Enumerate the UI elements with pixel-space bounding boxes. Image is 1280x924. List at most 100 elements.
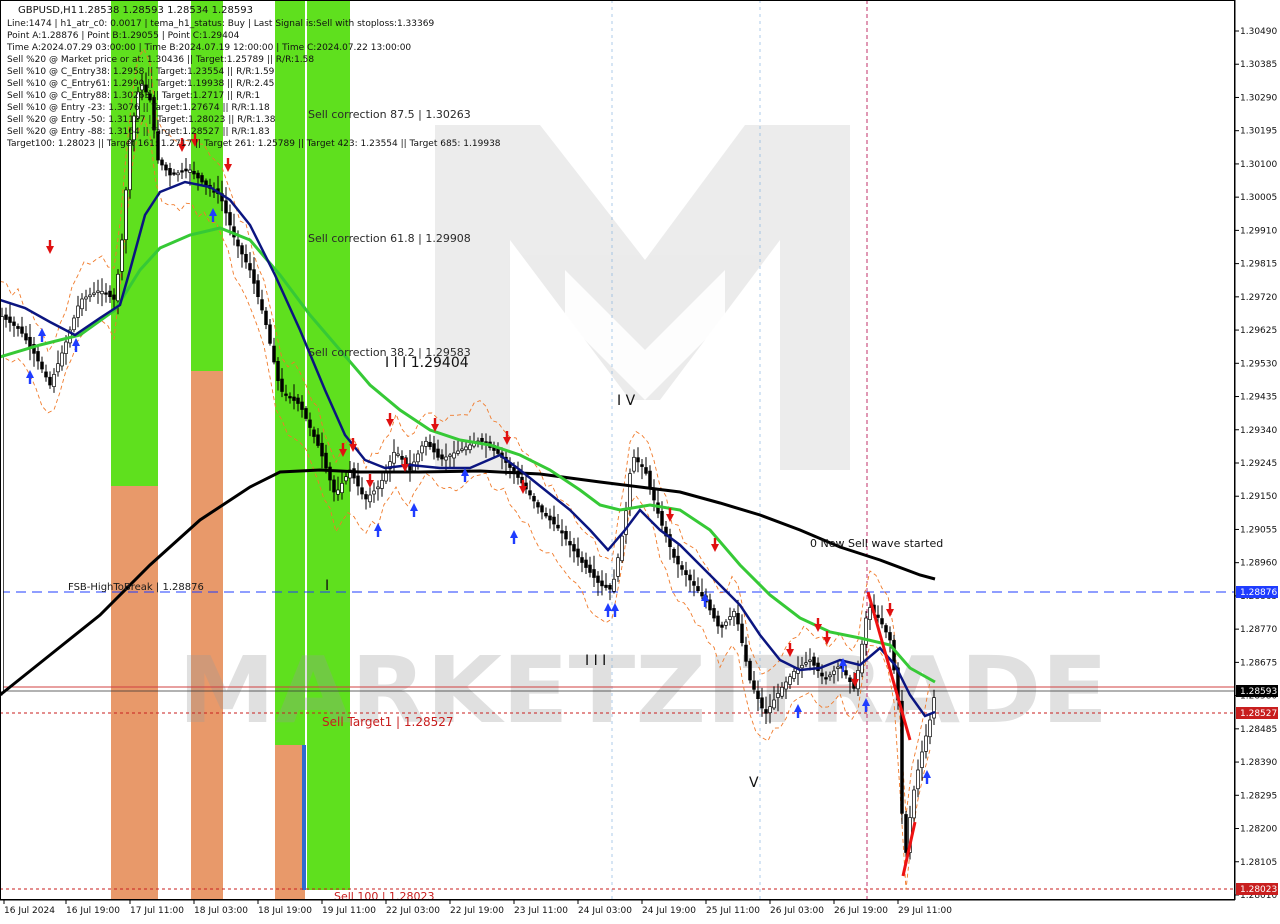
candle-body	[100, 290, 104, 295]
candle-body	[528, 490, 532, 496]
candle-body	[368, 494, 372, 503]
candle-body	[440, 454, 444, 460]
candle-body	[772, 699, 776, 709]
candle-body	[380, 479, 384, 489]
candle-body	[436, 448, 440, 458]
candle-body	[888, 632, 892, 641]
candle-body	[320, 442, 324, 457]
candle-body	[76, 305, 80, 318]
wave-iv-label: I V	[617, 393, 636, 409]
candle-body	[608, 584, 612, 590]
price-tick-label: 1.29815	[1240, 260, 1277, 270]
price-tick-label: 1.29720	[1240, 293, 1277, 303]
candle-body	[200, 175, 204, 183]
info-line: Sell %10 @ C_Entry61: 1.2990 || Target:1…	[7, 79, 274, 89]
price-tick-label: 1.29910	[1240, 226, 1277, 236]
candle-body	[372, 490, 376, 495]
candle-body	[48, 376, 52, 386]
candle-body	[120, 239, 124, 272]
candle-body	[276, 360, 280, 382]
candle-body	[180, 170, 184, 173]
candle-body	[876, 614, 880, 618]
candle-body	[804, 662, 808, 665]
candle-body	[36, 351, 40, 362]
candle-body	[28, 336, 32, 348]
candle-body	[452, 452, 456, 459]
candle-body	[884, 625, 888, 633]
candle-body	[660, 511, 664, 526]
candle-body	[732, 610, 736, 618]
candle-body	[56, 363, 60, 373]
candle-body	[744, 644, 748, 662]
candle-body	[176, 172, 180, 176]
candle-body	[808, 659, 812, 662]
sell-correction-87: Sell correction 87.5 | 1.30263	[308, 108, 471, 121]
price-chart[interactable]: MARKETZITRADE Sell correction 87.5 | 1.3…	[0, 0, 1280, 920]
candle-body	[460, 448, 464, 451]
candle-body	[756, 690, 760, 700]
candle-body	[264, 310, 268, 326]
candle-body	[248, 263, 252, 271]
candle-body	[620, 535, 624, 562]
chart-window[interactable]: MARKETZITRADE Sell correction 87.5 | 1.3…	[0, 0, 1280, 920]
candle-body	[96, 290, 100, 293]
candle-body	[396, 453, 400, 456]
price-tick-label: 1.30005	[1240, 193, 1277, 203]
candle-body	[716, 615, 720, 627]
candle-body	[548, 515, 552, 521]
candle-body	[640, 464, 644, 467]
candle-body	[568, 541, 572, 546]
candle-body	[292, 396, 296, 401]
price-tick-label: 1.28960	[1240, 559, 1277, 569]
candle-body	[576, 548, 580, 558]
candle-body	[300, 401, 304, 410]
time-tick-label: 29 Jul 11:00	[898, 906, 952, 916]
price-tick-label: 1.29055	[1240, 525, 1277, 535]
candle-body	[800, 664, 804, 669]
candle-body	[256, 280, 260, 298]
candle-body	[168, 168, 172, 176]
time-tick-label: 17 Jul 11:00	[130, 906, 184, 916]
candle-body	[564, 531, 568, 540]
candle-body	[20, 326, 24, 334]
info-line: Sell %20 @ Entry -50: 1.31127 || Target:…	[7, 115, 276, 125]
candle-body	[912, 789, 916, 819]
candle-body	[632, 456, 636, 472]
candle-body	[332, 479, 336, 493]
candle-body	[788, 676, 792, 685]
candle-body	[280, 378, 284, 392]
price-tick-label: 1.30290	[1240, 93, 1277, 103]
candle-body	[112, 294, 116, 300]
time-tick-label: 26 Jul 03:00	[770, 906, 824, 916]
price-tick-label: 1.28200	[1240, 825, 1277, 835]
wave-i-label: I	[325, 578, 329, 594]
candle-body	[848, 677, 852, 683]
candle-body	[596, 575, 600, 583]
candle-body	[420, 445, 424, 454]
candle-body	[532, 496, 536, 502]
candle-body	[932, 697, 936, 719]
price-tick-label: 1.28105	[1240, 858, 1277, 868]
candle-body	[696, 586, 700, 592]
candle-body	[612, 578, 616, 592]
wave-c-label: I I I 1.29404	[385, 355, 469, 371]
price-tick-label: 1.29245	[1240, 459, 1277, 469]
candle-body	[40, 361, 44, 370]
candle-body	[740, 623, 744, 644]
price-tick-label: 1.29150	[1240, 492, 1277, 502]
candle-body	[552, 516, 556, 525]
candle-body	[464, 446, 468, 451]
candle-body	[860, 643, 864, 674]
candle-body	[244, 253, 248, 263]
candle-body	[920, 751, 924, 768]
time-tick-label: 16 Jul 19:00	[66, 906, 120, 916]
time-tick-label: 18 Jul 03:00	[194, 906, 248, 916]
candle-body	[344, 476, 348, 482]
candle-body	[164, 164, 168, 171]
new-sell-wave-label: 0 New Sell wave started	[810, 537, 943, 550]
candle-body	[780, 686, 784, 697]
candle-body	[588, 564, 592, 573]
symbol-label: GBPUSD,H1	[18, 5, 77, 16]
candle-body	[444, 456, 448, 461]
candle-body	[12, 321, 16, 326]
